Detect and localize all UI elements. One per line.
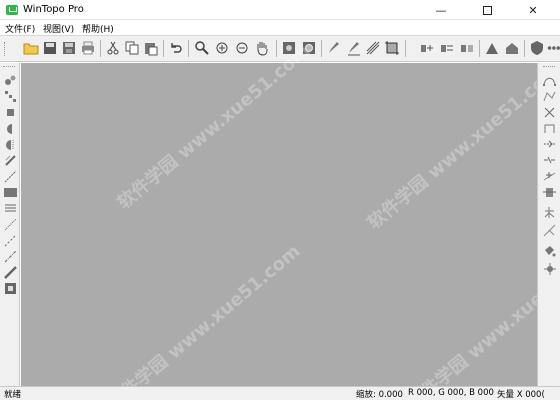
title-bar: WinTopo Pro — ✕: [0, 0, 560, 20]
maximize-icon: [482, 5, 492, 15]
diagonal-icon[interactable]: [3, 153, 18, 168]
insert-node-icon[interactable]: [542, 169, 557, 184]
toolbar-separator: [188, 40, 189, 57]
shape-icon[interactable]: [483, 39, 501, 57]
right-tool-strip: [537, 63, 560, 386]
curve-icon[interactable]: [542, 73, 557, 88]
toolbar-separator: [321, 40, 322, 57]
open-folder-icon[interactable]: [22, 39, 40, 57]
join-icon[interactable]: [542, 137, 557, 152]
left-tool-strip: [0, 63, 20, 386]
frame-icon[interactable]: [3, 281, 18, 296]
node-square-icon[interactable]: [542, 185, 557, 200]
cut-icon[interactable]: [104, 39, 122, 57]
lines-icon[interactable]: [3, 201, 18, 216]
toolbar-grip[interactable]: [4, 42, 7, 56]
copy-icon[interactable]: [123, 39, 141, 57]
save-as-icon[interactable]: [60, 39, 78, 57]
dashed-line-icon[interactable]: [3, 233, 18, 248]
square-icon[interactable]: [3, 105, 18, 120]
vectorize-icon[interactable]: [418, 39, 436, 57]
menu-bar: 文件(F) 视图(V) 帮助(H): [0, 20, 560, 36]
thick-line-icon[interactable]: [3, 265, 18, 280]
right-strip-grip[interactable]: [543, 66, 555, 69]
crop-icon[interactable]: [383, 39, 401, 57]
cross-icon[interactable]: [542, 105, 557, 120]
dashed-diagonal-icon[interactable]: [3, 169, 18, 184]
zoom-icon[interactable]: [193, 39, 211, 57]
fill-bucket-icon[interactable]: [542, 243, 557, 258]
dashed-half-icon[interactable]: [3, 137, 18, 152]
undo-icon[interactable]: [167, 39, 185, 57]
window-title: WinTopo Pro: [23, 4, 84, 15]
points-icon[interactable]: [3, 73, 18, 88]
toolbar-separator: [405, 40, 406, 57]
watermark: 软件学园 www.xue51.com: [113, 40, 315, 214]
paste-icon[interactable]: [142, 39, 160, 57]
hatch-icon[interactable]: [364, 39, 382, 57]
settings-icon[interactable]: [542, 261, 557, 276]
status-bar: 就绪 缩放: 0.000 R 000, G 000, B 000 矢量 X 00…: [0, 386, 560, 400]
watermark: 软件学园 www.xue51.com: [363, 60, 560, 234]
break-icon[interactable]: [542, 153, 557, 168]
pencil-icon[interactable]: [325, 39, 343, 57]
status-zoom: 缩放: 0.000: [356, 390, 403, 400]
vectorize-alt-icon[interactable]: [438, 39, 456, 57]
close-button[interactable]: ✕: [510, 0, 556, 20]
map-canvas[interactable]: 软件学园 www.xue51.com 软件学园 www.xue51.com 软件…: [21, 41, 560, 400]
toolbar-separator: [100, 40, 101, 57]
print-icon[interactable]: [79, 39, 97, 57]
toolbar-separator: [163, 40, 164, 57]
status-ready: 就绪: [4, 390, 22, 400]
menu-view[interactable]: 视图(V): [43, 22, 74, 35]
pan-hand-icon[interactable]: [253, 39, 271, 57]
bracket-icon[interactable]: [542, 121, 557, 136]
scatter-icon[interactable]: [546, 39, 560, 57]
line-pencil-icon[interactable]: [345, 39, 363, 57]
status-color: R 000, G 000, B 000: [408, 388, 494, 398]
left-strip-grip[interactable]: [3, 66, 15, 69]
maximize-button[interactable]: [464, 0, 510, 20]
split-icon[interactable]: [542, 205, 557, 220]
save-icon[interactable]: [41, 39, 59, 57]
app-logo-icon: [6, 5, 18, 15]
toolbar-separator: [479, 40, 480, 57]
branch-icon[interactable]: [542, 223, 557, 238]
half-circle-icon[interactable]: [3, 121, 18, 136]
zoom-out-icon[interactable]: [233, 39, 251, 57]
minimize-button[interactable]: —: [418, 0, 464, 20]
watermark: 软件学园 www.xue51.com: [103, 240, 305, 400]
shield-icon[interactable]: [528, 39, 546, 57]
shape-alt-icon[interactable]: [503, 39, 521, 57]
dotted-line-icon[interactable]: [3, 217, 18, 232]
rectangle-icon[interactable]: [3, 185, 18, 200]
vectorize-fill-icon[interactable]: [458, 39, 476, 57]
dash-dot-line-icon[interactable]: [3, 249, 18, 264]
menu-help[interactable]: 帮助(H): [82, 22, 114, 35]
zoom-in-icon[interactable]: [213, 39, 231, 57]
menu-file[interactable]: 文件(F): [5, 22, 35, 35]
status-vector: 矢量 X 000(: [497, 390, 545, 400]
toolbar-separator: [524, 40, 525, 57]
polyline-icon[interactable]: [542, 89, 557, 104]
nodes-icon[interactable]: [3, 89, 18, 104]
